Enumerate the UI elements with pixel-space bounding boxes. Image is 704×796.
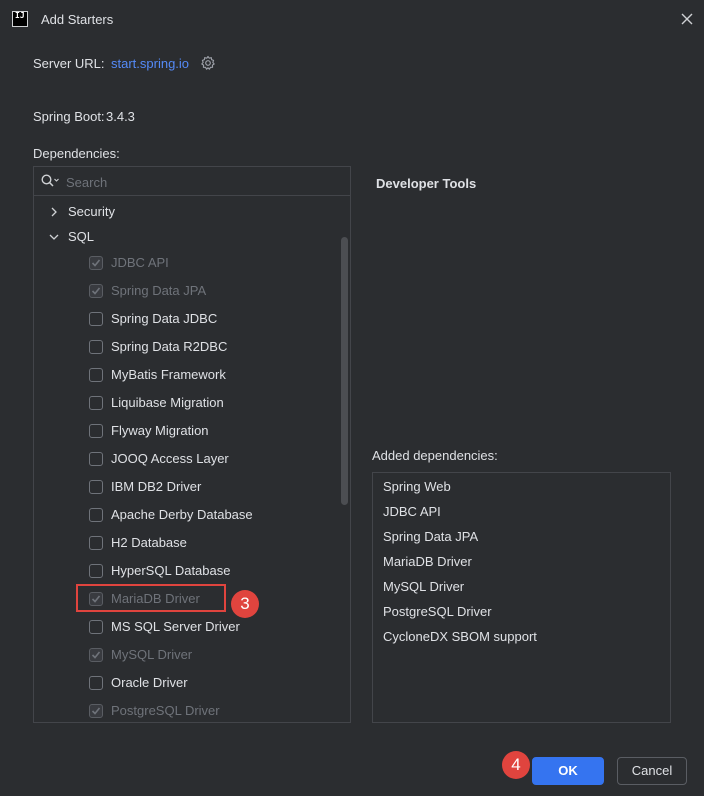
spring-boot-version: 3.4.3 (106, 109, 135, 124)
dependency-label: JOOQ Access Layer (111, 451, 229, 466)
dependency-label: PostgreSQL Driver (111, 703, 220, 718)
dependency-item-spring-data-jdbc[interactable]: Spring Data JDBC (34, 307, 340, 331)
list-item[interactable]: Spring Data JPA (383, 529, 478, 544)
close-icon[interactable] (678, 10, 696, 28)
list-item[interactable]: Spring Web (383, 479, 451, 494)
dependency-item-jooq[interactable]: JOOQ Access Layer (34, 447, 340, 471)
checkbox[interactable] (89, 620, 103, 634)
dependency-item-ms-sql-server[interactable]: MS SQL Server Driver (34, 615, 340, 639)
checkbox[interactable] (89, 536, 103, 550)
dependency-item-jdbc-api[interactable]: JDBC API (34, 251, 340, 275)
tree-group-label: Security (68, 204, 115, 219)
dependency-item-apache-derby[interactable]: Apache Derby Database (34, 503, 340, 527)
list-item[interactable]: MySQL Driver (383, 579, 464, 594)
dependency-item-postgresql[interactable]: PostgreSQL Driver (34, 699, 340, 722)
annotation-highlight-box (76, 584, 226, 612)
search-input[interactable] (64, 172, 338, 192)
dependency-label: Spring Data R2DBC (111, 339, 228, 354)
chevron-right-icon[interactable] (48, 206, 60, 218)
server-url-label: Server URL: (33, 56, 105, 71)
dialog-title: Add Starters (41, 12, 114, 27)
dependency-label: MS SQL Server Driver (111, 619, 240, 634)
dependency-label: HyperSQL Database (111, 563, 231, 578)
dependency-label: Spring Data JDBC (111, 311, 218, 326)
dependencies-label: Dependencies: (33, 146, 120, 161)
dependency-item-spring-data-jpa[interactable]: Spring Data JPA (34, 279, 340, 303)
checkbox[interactable] (89, 368, 103, 382)
dependency-item-h2[interactable]: H2 Database (34, 531, 340, 555)
checkbox[interactable] (89, 340, 103, 354)
list-item[interactable]: MariaDB Driver (383, 554, 472, 569)
search-icon[interactable] (40, 173, 60, 189)
chevron-down-icon[interactable] (48, 231, 60, 243)
dependency-label: MySQL Driver (111, 647, 193, 662)
checkbox[interactable] (89, 676, 103, 690)
checkbox[interactable] (89, 284, 103, 298)
checkbox[interactable] (89, 452, 103, 466)
annotation-step-4-badge: 4 (502, 751, 530, 779)
tree-scrollbar[interactable] (341, 237, 348, 505)
added-dependencies-list: Spring Web JDBC API Spring Data JPA Mari… (372, 472, 671, 723)
list-item[interactable]: PostgreSQL Driver (383, 604, 492, 619)
dependency-item-oracle[interactable]: Oracle Driver (34, 671, 340, 695)
dependency-label: Apache Derby Database (111, 507, 253, 522)
checkbox[interactable] (89, 256, 103, 270)
checkbox[interactable] (89, 704, 103, 718)
dependency-label: Oracle Driver (111, 675, 188, 690)
dependency-item-liquibase[interactable]: Liquibase Migration (34, 391, 340, 415)
dependency-label: H2 Database (111, 535, 187, 550)
tree-group-security[interactable]: Security (34, 200, 340, 224)
ok-button[interactable]: OK (532, 757, 604, 785)
intellij-app-icon: IJ (12, 11, 28, 27)
list-item[interactable]: JDBC API (383, 504, 441, 519)
checkbox[interactable] (89, 312, 103, 326)
dependency-label: Liquibase Migration (111, 395, 224, 410)
title-bar: IJ Add Starters (0, 0, 704, 40)
list-item[interactable]: CycloneDX SBOM support (383, 629, 537, 644)
tree-group-label: SQL (68, 229, 95, 244)
dependency-item-flyway[interactable]: Flyway Migration (34, 419, 340, 443)
cancel-button[interactable]: Cancel (617, 757, 687, 785)
dependency-item-mysql[interactable]: MySQL Driver (34, 643, 340, 667)
checkbox[interactable] (89, 508, 103, 522)
dependency-item-ibm-db2[interactable]: IBM DB2 Driver (34, 475, 340, 499)
checkbox[interactable] (89, 396, 103, 410)
checkbox[interactable] (89, 424, 103, 438)
dependency-label: Flyway Migration (111, 423, 209, 438)
dependency-label: JDBC API (111, 255, 169, 270)
server-url-link[interactable]: start.spring.io (111, 56, 189, 71)
checkbox[interactable] (89, 648, 103, 662)
checkbox[interactable] (89, 480, 103, 494)
tree-group-sql[interactable]: SQL (34, 225, 340, 249)
added-dependencies-label: Added dependencies: (372, 448, 498, 463)
dependency-item-mybatis[interactable]: MyBatis Framework (34, 363, 340, 387)
dependencies-tree: Security SQL JDBC API Spring Data JPA Sp… (33, 166, 351, 723)
spring-boot-label: Spring Boot: (33, 109, 105, 124)
dependency-label: IBM DB2 Driver (111, 479, 202, 494)
dependency-label: Spring Data JPA (111, 283, 207, 298)
gear-icon[interactable] (200, 55, 216, 71)
dependency-item-hypersql[interactable]: HyperSQL Database (34, 559, 340, 583)
checkbox[interactable] (89, 564, 103, 578)
dependency-label: MyBatis Framework (111, 367, 226, 382)
search-bar (34, 167, 350, 196)
annotation-step-3-badge: 3 (231, 590, 259, 618)
dependency-item-spring-data-r2dbc[interactable]: Spring Data R2DBC (34, 335, 340, 359)
dependency-detail-title: Developer Tools (376, 176, 477, 191)
